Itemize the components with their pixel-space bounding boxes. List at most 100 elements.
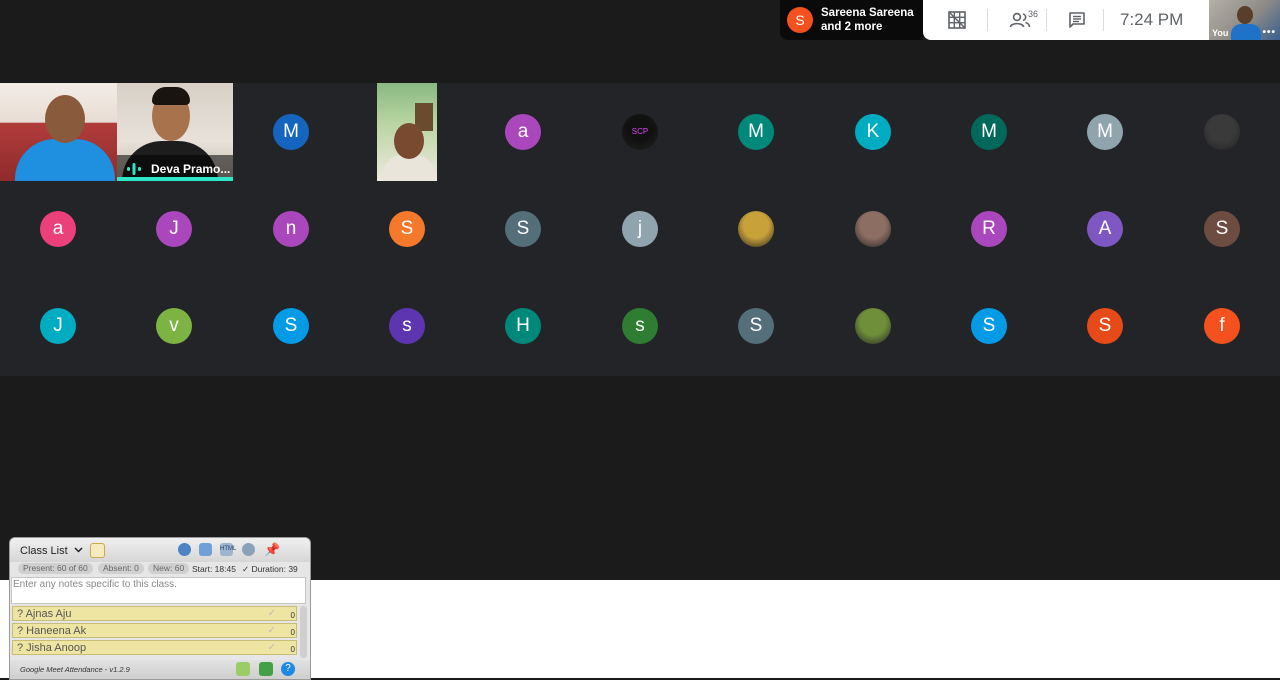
participant-avatar: M bbox=[738, 113, 774, 150]
student-row[interactable]: ? Jisha Anoop ✓ 0 bbox=[12, 640, 297, 655]
participant-tile[interactable]: S bbox=[349, 180, 465, 277]
participant-tile[interactable]: s bbox=[349, 277, 465, 374]
participant-tile[interactable]: J bbox=[116, 180, 232, 277]
participant-tile[interactable]: n bbox=[233, 180, 349, 277]
html-export-icon[interactable]: HTML bbox=[220, 543, 236, 556]
participant-avatar: S bbox=[273, 307, 309, 344]
participant-tile[interactable]: SCP bbox=[582, 83, 698, 180]
chat-icon bbox=[1069, 12, 1085, 28]
settings-icon[interactable] bbox=[242, 543, 255, 556]
participant-avatar: K bbox=[855, 113, 891, 150]
speaking-indicator-icon bbox=[127, 163, 141, 175]
toolbar-divider bbox=[1046, 9, 1047, 31]
participant-avatar: S bbox=[505, 210, 541, 247]
participant-avatar bbox=[855, 307, 891, 344]
participant-avatar: v bbox=[156, 307, 192, 344]
student-row[interactable]: ? Ajnas Aju ✓ 0 bbox=[12, 606, 297, 621]
presenting-indicator[interactable]: S Sareena Sareena and 2 more bbox=[780, 0, 923, 40]
edit-notes-icon[interactable] bbox=[90, 543, 105, 558]
participant-tile[interactable]: M bbox=[1047, 83, 1163, 180]
checkmark-icon: ✓ bbox=[267, 625, 276, 636]
participant-avatar bbox=[855, 210, 891, 247]
participant-tile[interactable] bbox=[1164, 83, 1280, 180]
participant-tile[interactable]: S bbox=[465, 180, 581, 277]
speaker-person-hair bbox=[152, 87, 190, 105]
participant-count: 36 bbox=[1027, 9, 1038, 19]
checkmark-icon: ✓ bbox=[267, 642, 276, 653]
absent-count: Absent: 0 bbox=[98, 563, 144, 574]
participant-tile[interactable]: S bbox=[1164, 180, 1280, 277]
participant-avatar: S bbox=[971, 307, 1007, 344]
spreadsheet-icon[interactable] bbox=[236, 662, 250, 676]
participant-tile[interactable]: M bbox=[931, 83, 1047, 180]
refresh-icon[interactable] bbox=[178, 543, 191, 556]
present-count: Present: 60 of 60 bbox=[18, 563, 93, 574]
help-icon[interactable]: ? bbox=[281, 662, 295, 676]
save-icon[interactable] bbox=[199, 543, 212, 556]
chat-button[interactable] bbox=[1057, 0, 1097, 40]
layout-button[interactable] bbox=[937, 0, 977, 40]
student-count: 0 bbox=[290, 645, 295, 654]
sheets-export-icon[interactable] bbox=[259, 662, 273, 676]
more-options-icon[interactable]: ••• bbox=[1262, 27, 1276, 38]
participant-avatar: n bbox=[273, 210, 309, 247]
participant-tile[interactable] bbox=[815, 180, 931, 277]
student-name: ? Haneena Ak bbox=[17, 625, 87, 637]
host-person-head bbox=[45, 95, 85, 143]
participant-avatar: A bbox=[1087, 210, 1123, 247]
student-name: ? Ajnas Aju bbox=[17, 608, 72, 620]
participants-button[interactable]: 36 bbox=[1000, 0, 1040, 40]
participant-avatar: M bbox=[273, 113, 309, 150]
video-tile-pair[interactable]: Deva Pramo... bbox=[0, 83, 233, 181]
class-notes-input[interactable]: Enter any notes specific to this class. bbox=[11, 577, 306, 604]
participant-tile[interactable]: S bbox=[233, 277, 349, 374]
class-list-selector[interactable]: Class List bbox=[20, 545, 68, 557]
pin-icon[interactable]: 📌 bbox=[264, 543, 280, 556]
participant-avatar bbox=[738, 210, 774, 247]
participant-tile[interactable]: S bbox=[931, 277, 1047, 374]
new-count: New: 60 bbox=[148, 563, 190, 574]
extension-version: Google Meet Attendance - v1.2.9 bbox=[20, 665, 130, 674]
attendance-stats: Present: 60 of 60 Absent: 0 New: 60 Star… bbox=[10, 562, 310, 576]
participant-tile[interactable]: s bbox=[582, 277, 698, 374]
participant-tile[interactable]: M bbox=[698, 83, 814, 180]
participant-avatar: S bbox=[1204, 210, 1240, 247]
participant-avatar: s bbox=[389, 307, 425, 344]
participant-tile[interactable]: J bbox=[0, 277, 116, 374]
participant-avatar: j bbox=[622, 210, 658, 247]
participant-avatar: a bbox=[505, 113, 541, 150]
participant-tile[interactable]: R bbox=[931, 180, 1047, 277]
video-tile-participant[interactable] bbox=[377, 83, 437, 181]
participant-tile[interactable]: H bbox=[465, 277, 581, 374]
presenter-avatar: S bbox=[787, 7, 813, 33]
chevron-down-icon[interactable] bbox=[74, 547, 83, 553]
participant-tile[interactable]: j bbox=[582, 180, 698, 277]
participant-tile[interactable]: v bbox=[116, 277, 232, 374]
meeting-clock: 7:24 PM bbox=[1120, 10, 1184, 29]
self-view-tile[interactable]: You ••• bbox=[1209, 0, 1280, 40]
grid-layout-icon bbox=[948, 11, 966, 29]
participant-tile[interactable] bbox=[815, 277, 931, 374]
participant-tile[interactable]: S bbox=[1047, 277, 1163, 374]
participant-tile[interactable]: M bbox=[233, 83, 349, 180]
participant-avatar: M bbox=[1087, 113, 1123, 150]
participant-tile[interactable]: a bbox=[465, 83, 581, 180]
duration: ✓ Duration: 39 bbox=[242, 564, 298, 574]
participant-tile[interactable] bbox=[698, 180, 814, 277]
participant-tile[interactable]: f bbox=[1164, 277, 1280, 374]
presenting-more: and 2 more bbox=[821, 21, 883, 33]
speaker-name: Deva Pramo... bbox=[151, 162, 231, 176]
participant-avatar: S bbox=[738, 307, 774, 344]
attendance-footer: Google Meet Attendance - v1.2.9 ? bbox=[10, 660, 310, 679]
participant-tile[interactable]: a bbox=[0, 180, 116, 277]
participant-tile[interactable]: A bbox=[1047, 180, 1163, 277]
participant-avatar bbox=[1204, 113, 1240, 150]
participant-tile[interactable]: S bbox=[698, 277, 814, 374]
participant-avatar: f bbox=[1204, 307, 1240, 344]
student-list-scrollbar[interactable] bbox=[300, 606, 307, 658]
presenting-name: Sareena Sareena bbox=[821, 7, 914, 19]
student-count: 0 bbox=[290, 628, 295, 637]
student-row[interactable]: ? Haneena Ak ✓ 0 bbox=[12, 623, 297, 638]
participant-tile[interactable]: K bbox=[815, 83, 931, 180]
participant-avatar: a bbox=[40, 210, 76, 247]
